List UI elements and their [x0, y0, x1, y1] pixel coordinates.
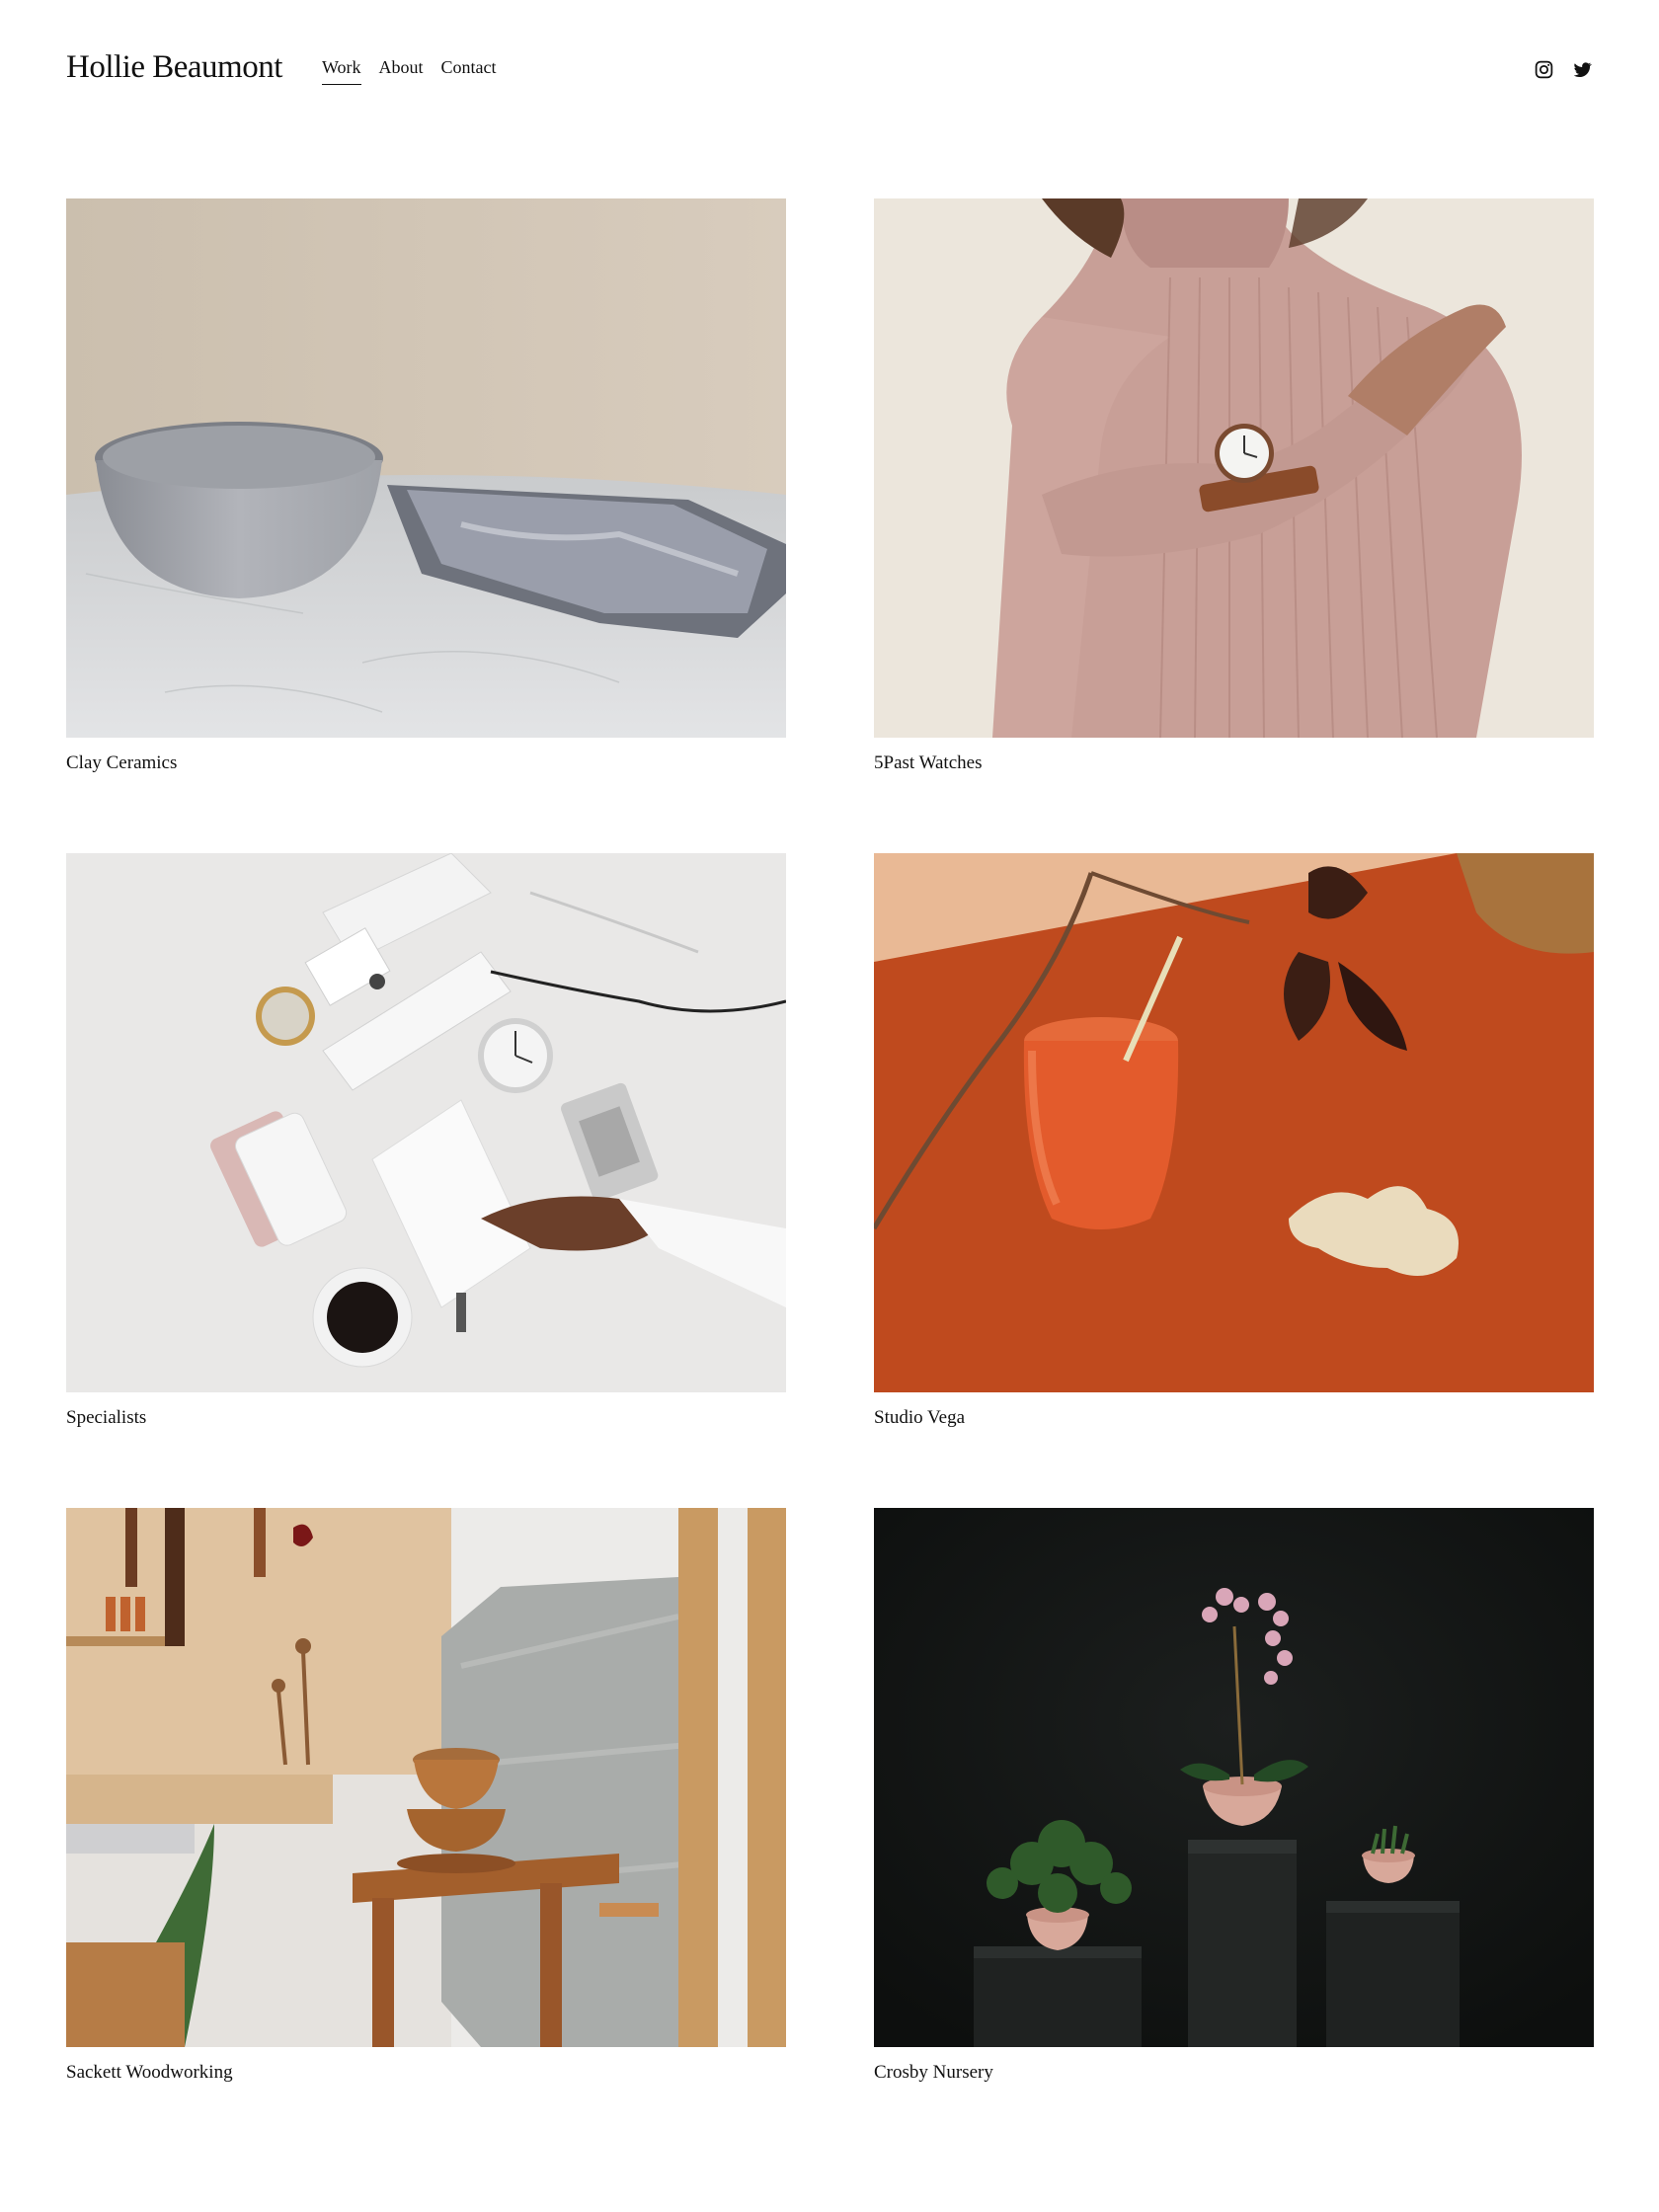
site-title[interactable]: Hollie Beaumont	[66, 51, 282, 84]
project-thumbnail[interactable]	[874, 198, 1594, 738]
juice-photo	[874, 853, 1594, 1392]
project-thumbnail[interactable]	[66, 198, 786, 738]
main-nav: Work About Contact	[322, 58, 497, 85]
instagram-icon[interactable]	[1534, 59, 1554, 80]
project-title[interactable]: Studio Vega	[874, 1407, 965, 1430]
project-thumbnail[interactable]	[66, 1508, 786, 2047]
project-title[interactable]: Clay Ceramics	[66, 752, 177, 775]
project-title[interactable]: Specialists	[66, 1407, 146, 1430]
project-card[interactable]: Specialists	[66, 853, 786, 1428]
project-title[interactable]: Crosby Nursery	[874, 2062, 993, 2085]
ceramics-photo	[66, 198, 786, 738]
nursery-photo	[874, 1508, 1594, 2047]
project-thumbnail[interactable]	[874, 1508, 1594, 2047]
watch-photo	[874, 198, 1594, 738]
project-thumbnail[interactable]	[874, 853, 1594, 1392]
project-card[interactable]: Clay Ceramics	[66, 198, 786, 773]
twitter-icon[interactable]	[1572, 59, 1593, 80]
nav-contact[interactable]: Contact	[441, 58, 497, 85]
project-title[interactable]: Sackett Woodworking	[66, 2062, 233, 2085]
project-thumbnail[interactable]	[66, 853, 786, 1392]
project-card[interactable]: Studio Vega	[874, 853, 1594, 1428]
nav-about[interactable]: About	[379, 58, 424, 85]
project-card[interactable]: Crosby Nursery	[874, 1508, 1594, 2083]
project-card[interactable]: 5Past Watches	[874, 198, 1594, 773]
woodworking-photo	[66, 1508, 786, 2047]
project-title[interactable]: 5Past Watches	[874, 752, 982, 775]
site-header: Hollie Beaumont Work About Contact	[66, 43, 1593, 95]
nav-work[interactable]: Work	[322, 58, 361, 85]
social-links	[1534, 59, 1593, 80]
project-card[interactable]: Sackett Woodworking	[66, 1508, 786, 2083]
desk-flatlay-photo	[66, 853, 786, 1392]
